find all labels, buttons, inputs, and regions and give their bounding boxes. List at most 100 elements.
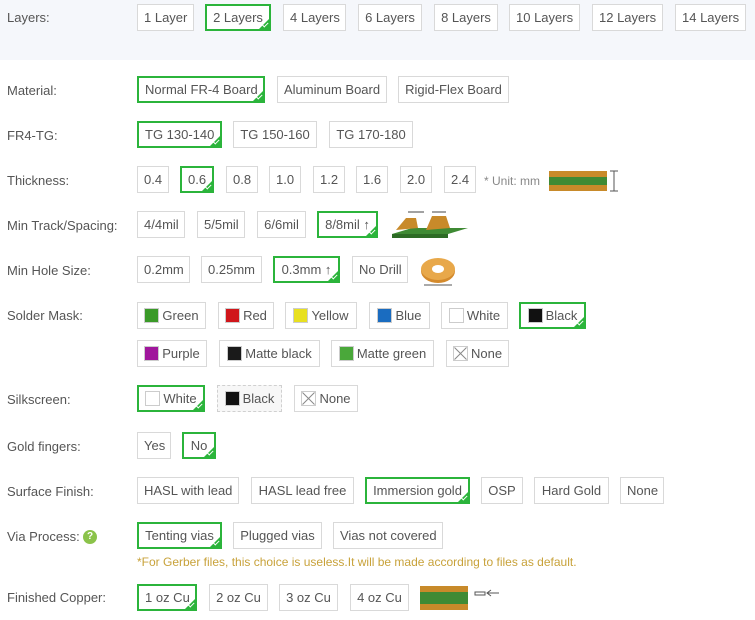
via-process-note: *For Gerber files, this choice is useles… — [137, 555, 577, 569]
option-layers-10[interactable]: 10 Layers — [509, 4, 580, 31]
finished-copper-label: Finished Copper: — [7, 590, 106, 605]
option-layers-2[interactable]: 2 Layers — [205, 4, 271, 31]
hole-size-illustration — [421, 258, 455, 286]
option-gold-yes[interactable]: Yes — [137, 432, 171, 459]
option-layers-1[interactable]: 1 Layer — [137, 4, 194, 31]
option-via-plugged[interactable]: Plugged vias — [233, 522, 322, 549]
option-material-fr4[interactable]: Normal FR-4 Board — [137, 76, 265, 103]
option-track-4-4[interactable]: 4/4mil — [137, 211, 185, 238]
option-mask-black[interactable]: Black — [519, 302, 586, 329]
black-swatch-icon — [224, 391, 240, 406]
option-mask-matte-green-label: Matte green — [356, 346, 427, 361]
white-swatch-icon — [145, 391, 161, 406]
option-gold-no[interactable]: No — [182, 432, 216, 459]
option-mask-matte-green[interactable]: Matte green — [331, 340, 434, 367]
copper-weight-illustration — [420, 586, 499, 610]
option-hole-0-3[interactable]: 0.3mm ↑ — [273, 256, 340, 283]
option-hole-0-25[interactable]: 0.25mm — [201, 256, 262, 283]
surface-finish-label: Surface Finish: — [7, 484, 94, 499]
option-mask-purple-label: Purple — [162, 346, 200, 361]
option-finish-hasl-lead[interactable]: HASL with lead — [137, 477, 239, 504]
purple-swatch-icon — [144, 346, 160, 361]
option-mask-blue[interactable]: Blue — [369, 302, 430, 329]
option-layers-4[interactable]: 4 Layers — [283, 4, 346, 31]
option-copper-3oz[interactable]: 3 oz Cu — [279, 584, 338, 611]
board-thickness-illustration — [549, 170, 618, 192]
option-track-6-6[interactable]: 6/6mil — [257, 211, 306, 238]
option-tg-170[interactable]: TG 170-180 — [329, 121, 413, 148]
option-silk-none[interactable]: None — [294, 385, 358, 412]
matte-black-swatch-icon — [227, 346, 243, 361]
option-copper-4oz[interactable]: 4 oz Cu — [350, 584, 409, 611]
min-track-label: Min Track/Spacing: — [7, 218, 118, 233]
option-copper-2oz[interactable]: 2 oz Cu — [209, 584, 268, 611]
option-via-tenting[interactable]: Tenting vias — [137, 522, 222, 549]
thickness-unit-note: * Unit: mm — [484, 174, 541, 188]
option-track-8-8[interactable]: 8/8mil ↑ — [317, 211, 378, 238]
option-mask-none[interactable]: None — [446, 340, 509, 367]
option-track-5-5[interactable]: 5/5mil — [197, 211, 245, 238]
option-mask-matte-black[interactable]: Matte black — [219, 340, 320, 367]
via-process-label: Via Process: — [7, 529, 80, 544]
option-silk-white[interactable]: White — [137, 385, 205, 412]
option-finish-osp[interactable]: OSP — [481, 477, 523, 504]
option-finish-none[interactable]: None — [620, 477, 664, 504]
option-mask-green[interactable]: Green — [137, 302, 206, 329]
option-layers-12[interactable]: 12 Layers — [592, 4, 663, 31]
option-mask-purple[interactable]: Purple — [137, 340, 207, 367]
option-finish-hard-gold[interactable]: Hard Gold — [534, 477, 609, 504]
red-swatch-icon — [225, 308, 241, 323]
option-silk-white-label: White — [163, 391, 197, 406]
yellow-swatch-icon — [293, 308, 309, 323]
option-mask-blue-label: Blue — [395, 308, 422, 323]
option-thickness-0-8[interactable]: 0.8 — [226, 166, 258, 193]
option-silk-none-label: None — [319, 391, 351, 406]
option-mask-white[interactable]: White — [441, 302, 508, 329]
option-copper-1oz[interactable]: 1 oz Cu — [137, 584, 197, 611]
material-label: Material: — [7, 83, 57, 98]
option-thickness-2-4[interactable]: 2.4 — [444, 166, 476, 193]
option-mask-yellow[interactable]: Yellow — [285, 302, 357, 329]
help-icon[interactable]: ? — [83, 530, 97, 544]
matte-green-swatch-icon — [338, 346, 354, 361]
option-mask-red-label: Red — [243, 308, 267, 323]
black-swatch-icon — [527, 308, 543, 323]
option-thickness-1-6[interactable]: 1.6 — [356, 166, 388, 193]
option-thickness-0-4[interactable]: 0.4 — [137, 166, 169, 193]
option-tg-130[interactable]: TG 130-140 — [137, 121, 222, 148]
thickness-label: Thickness: — [7, 173, 70, 188]
option-layers-8[interactable]: 8 Layers — [434, 4, 498, 31]
option-thickness-2-0[interactable]: 2.0 — [400, 166, 432, 193]
track-spacing-illustration — [392, 211, 468, 238]
white-swatch-icon — [448, 308, 464, 323]
option-silk-black-label: Black — [242, 391, 275, 406]
fr4-tg-label: FR4-TG: — [7, 128, 58, 143]
option-mask-yellow-label: Yellow — [311, 308, 349, 323]
option-material-rigid-flex[interactable]: Rigid-Flex Board — [398, 76, 509, 103]
option-mask-none-label: None — [471, 346, 503, 361]
option-layers-6[interactable]: 6 Layers — [358, 4, 422, 31]
option-thickness-0-6[interactable]: 0.6 — [180, 166, 214, 193]
blue-swatch-icon — [377, 308, 393, 323]
gold-fingers-label: Gold fingers: — [7, 439, 81, 454]
option-thickness-1-0[interactable]: 1.0 — [269, 166, 301, 193]
option-mask-red[interactable]: Red — [218, 302, 274, 329]
option-silk-black[interactable]: Black — [217, 385, 282, 412]
silkscreen-label: Silkscreen: — [7, 392, 71, 407]
min-hole-label: Min Hole Size: — [7, 263, 91, 278]
none-swatch-icon — [453, 346, 468, 361]
option-hole-no-drill[interactable]: No Drill — [352, 256, 408, 283]
option-hole-0-2[interactable]: 0.2mm — [137, 256, 190, 283]
none-swatch-icon — [301, 391, 317, 406]
option-finish-immersion-gold[interactable]: Immersion gold — [365, 477, 470, 504]
option-material-aluminum[interactable]: Aluminum Board — [277, 76, 387, 103]
option-finish-hasl-lead-free[interactable]: HASL lead free — [251, 477, 354, 504]
option-thickness-1-2[interactable]: 1.2 — [313, 166, 345, 193]
option-mask-matte-black-label: Matte black — [245, 346, 312, 361]
option-via-not-covered[interactable]: Vias not covered — [333, 522, 443, 549]
option-layers-14[interactable]: 14 Layers — [675, 4, 746, 31]
option-mask-black-label: Black — [545, 308, 578, 323]
option-tg-150[interactable]: TG 150-160 — [233, 121, 317, 148]
option-mask-white-label: White — [466, 308, 501, 323]
layers-label: Layers: — [7, 10, 50, 25]
